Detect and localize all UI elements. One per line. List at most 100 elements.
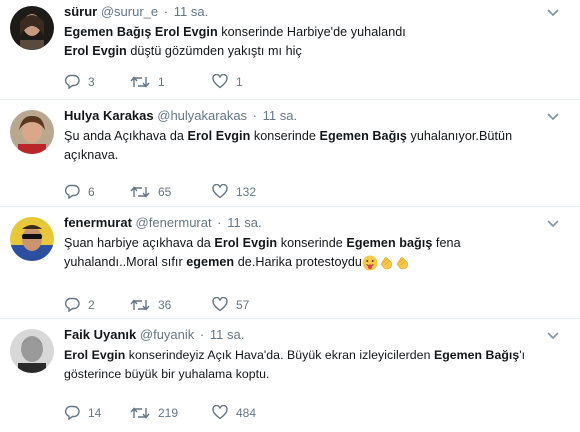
like-count: 1 [236,74,243,89]
separator-dot: · [163,4,169,19]
tweet[interactable]: sürur @surur_e · 11 sa. Egemen Bağış Ero… [0,0,580,100]
text-bold: Erol Evgin [64,348,126,362]
text-bold: Egemen Bağış Erol Evgin [64,25,218,39]
retweet-button[interactable]: 36 [130,298,212,312]
text-span: de.Harika protestoydu [234,255,362,269]
avatar[interactable] [10,110,54,154]
reply-button[interactable]: 14 [64,405,130,420]
reply-icon [64,184,80,199]
retweet-icon [130,185,150,198]
retweet-count: 219 [158,405,179,420]
heart-icon [212,74,228,89]
retweet-button[interactable]: 219 [130,406,212,420]
text-span: yuhalanıyor.Bütün [406,129,513,143]
text-span: konserinde Harbiye'de yuhalandı [217,25,406,39]
separator-dot: · [252,108,258,123]
text-bold: Egemen Bağış [433,348,520,362]
reply-icon [64,74,80,89]
text-span: açıknava. [64,148,119,162]
reply-count: 6 [88,184,95,199]
text-bold: egemen [186,255,235,269]
tweet-actions: 3 1 1 [64,74,278,89]
tweet[interactable]: fenermurat @fenermurat · 11 sa. Şuan har… [0,207,580,319]
timestamp[interactable]: 11 sa. [210,327,244,342]
heart-icon [212,405,228,420]
retweet-count: 36 [158,297,172,312]
reply-button[interactable]: 2 [64,297,130,312]
chevron-down-icon[interactable] [546,331,560,341]
tweet-line: Erol Evgin düştü gözümden yakıştı mı hiç [64,42,560,61]
tweet-line: Şuan harbiye açıkhava da Erol Evgin kons… [64,234,560,253]
retweet-button[interactable]: 1 [130,75,212,89]
tweet-line: yuhalandı..Moral sıfır egemen de.Harika … [64,253,560,272]
text-bold: Erol Evgin [214,236,278,250]
text-span: Şuan harbiye açıkhava da [64,236,215,250]
chevron-down-icon[interactable] [546,219,560,229]
like-button[interactable]: 57 [212,297,278,312]
retweet-count: 65 [158,184,172,199]
username[interactable]: @hulyakarakas [157,108,247,123]
reply-icon [64,297,80,312]
tweet[interactable]: Faik Uyanık @fuyanik · 11 sa. Erol Evgin… [0,319,580,432]
text-span: Şu anda Açıkhava da [64,129,188,143]
display-name[interactable]: sürur [64,4,97,19]
chevron-down-icon[interactable] [546,112,560,122]
like-count: 57 [236,297,250,312]
timestamp[interactable]: 11 sa. [227,215,261,230]
like-count: 132 [236,184,257,199]
avatar[interactable] [10,6,54,50]
like-count: 484 [236,405,257,420]
clap-emoji [380,256,393,269]
retweet-icon [130,75,150,88]
retweet-icon [130,298,150,311]
avatar[interactable] [10,217,54,261]
avatar[interactable] [10,329,54,373]
text-span: konserinde [250,129,320,143]
timestamp[interactable]: 11 sa. [174,4,208,19]
display-name[interactable]: Hulya Karakas [64,108,154,123]
heart-icon [212,297,228,312]
tweet[interactable]: Hulya Karakas @hulyakarakas · 11 sa. Şu … [0,100,580,207]
text-span: konserinde [277,236,347,250]
text-span: gösterince büyük bir yuhalama koptu. [64,367,270,381]
text-span: 'ı [519,348,526,362]
tweet-line: Şu anda Açıkhava da Erol Evgin konserind… [64,127,560,146]
tweet-actions: 6 65 132 [64,184,278,199]
text-bold: Egemen bağış [346,236,433,250]
like-button[interactable]: 1 [212,74,278,89]
reply-count: 14 [88,405,102,420]
display-name[interactable]: fenermurat [64,215,132,230]
retweet-icon [130,406,150,419]
chevron-down-icon[interactable] [546,8,560,18]
text-bold: Egemen Bağış [319,129,407,143]
tweet-feed: sürur @surur_e · 11 sa. Egemen Bağış Ero… [0,0,580,432]
like-button[interactable]: 484 [212,405,278,420]
separator-dot: · [217,215,222,230]
text-bold: Erol Evgin [187,129,251,143]
reply-count: 3 [88,74,95,89]
text-span: düştü gözümden yakıştı mı hiç [126,44,302,58]
username[interactable]: @fuyanik [140,327,194,342]
tweet-line: gösterince büyük bir yuhalama koptu. [64,365,560,384]
text-span: fena [432,236,461,250]
username[interactable]: @fenermurat [136,215,212,230]
tweet-line: Egemen Bağış Erol Evgin konserinde Harbi… [64,23,560,42]
text-bold: Erol Evgin [64,44,127,58]
like-button[interactable]: 132 [212,184,278,199]
tweet-actions: 2 36 57 [64,297,278,312]
username[interactable]: @surur_e [101,4,158,19]
heart-icon [212,184,228,199]
text-span: konserindeyiz Açık Hava'da. Büyük ekran … [125,348,434,362]
retweet-button[interactable]: 65 [130,185,212,199]
separator-dot: · [199,327,205,342]
reply-button[interactable]: 3 [64,74,130,89]
tweet-line: açıknava. [64,146,560,165]
tweet-text: Egemen Bağış Erol Evgin konserinde Harbi… [64,23,560,61]
timestamp[interactable]: 11 sa. [263,108,297,123]
retweet-count: 1 [158,74,165,89]
tweet-text: Şu anda Açıkhava da Erol Evgin konserind… [64,127,560,165]
display-name[interactable]: Faik Uyanık [64,327,136,342]
reply-button[interactable]: 6 [64,184,130,199]
tongue-emoji [362,255,378,271]
tweet-text: Erol Evgin konserindeyiz Açık Hava'da. B… [64,346,560,384]
